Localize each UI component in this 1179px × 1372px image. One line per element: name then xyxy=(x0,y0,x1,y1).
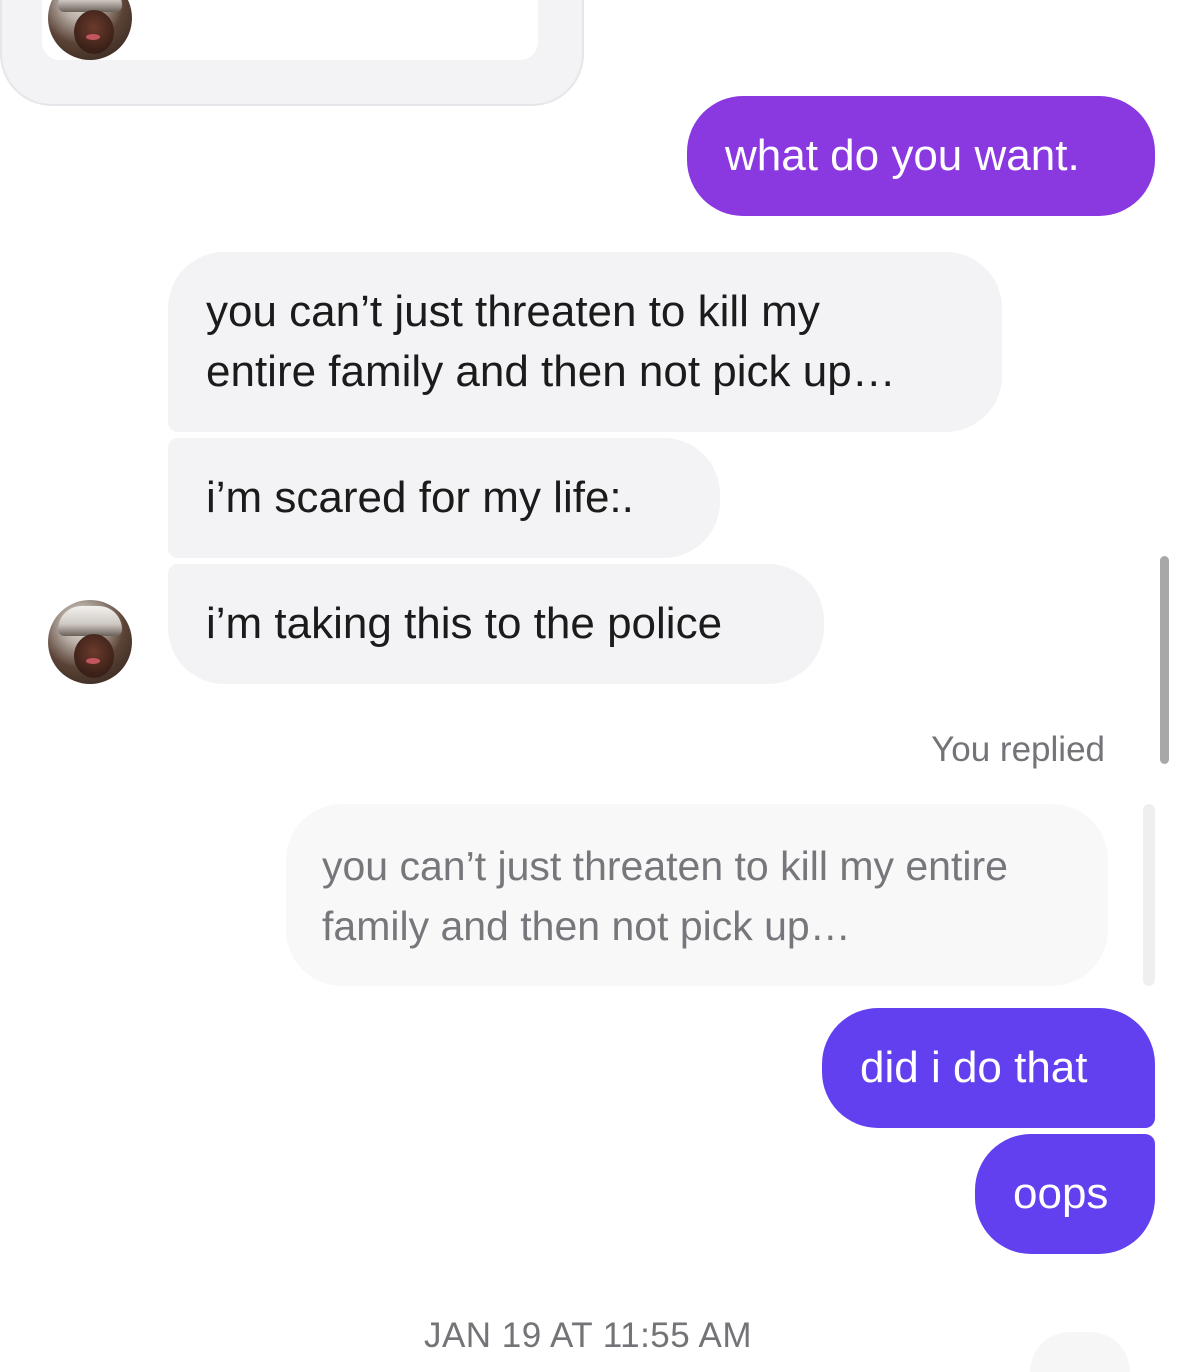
reply-indicator-label: You replied xyxy=(931,730,1105,769)
incoming-message[interactable]: you can’t just threaten to kill my entir… xyxy=(168,252,1002,432)
message-text: oops xyxy=(1013,1169,1109,1218)
outgoing-message[interactable]: what do you want. xyxy=(687,96,1155,216)
quoted-message-text: you can’t just threaten to kill my entir… xyxy=(322,843,1008,949)
incoming-message[interactable]: i’m taking this to the police xyxy=(168,564,824,684)
quote-indicator-bar xyxy=(1143,804,1155,986)
message-text: i’m taking this to the police xyxy=(206,599,723,648)
message-text: i’m scared for my life:. xyxy=(206,473,634,522)
outgoing-message[interactable]: did i do that xyxy=(822,1008,1155,1128)
message-text: what do you want. xyxy=(725,131,1080,180)
next-message-bubble[interactable] xyxy=(1030,1332,1130,1372)
contact-avatar[interactable] xyxy=(48,600,132,684)
incoming-message[interactable]: i’m scared for my life:. xyxy=(168,438,720,558)
outgoing-message[interactable]: oops xyxy=(975,1134,1155,1254)
message-text: did i do that xyxy=(860,1043,1088,1092)
message-text: you can’t just threaten to kill my entir… xyxy=(206,287,896,396)
quoted-message[interactable]: you can’t just threaten to kill my entir… xyxy=(286,804,1108,986)
scrollbar[interactable] xyxy=(1160,556,1169,764)
timestamp-divider: JAN 19 AT 11:55 AM xyxy=(423,1316,753,1355)
